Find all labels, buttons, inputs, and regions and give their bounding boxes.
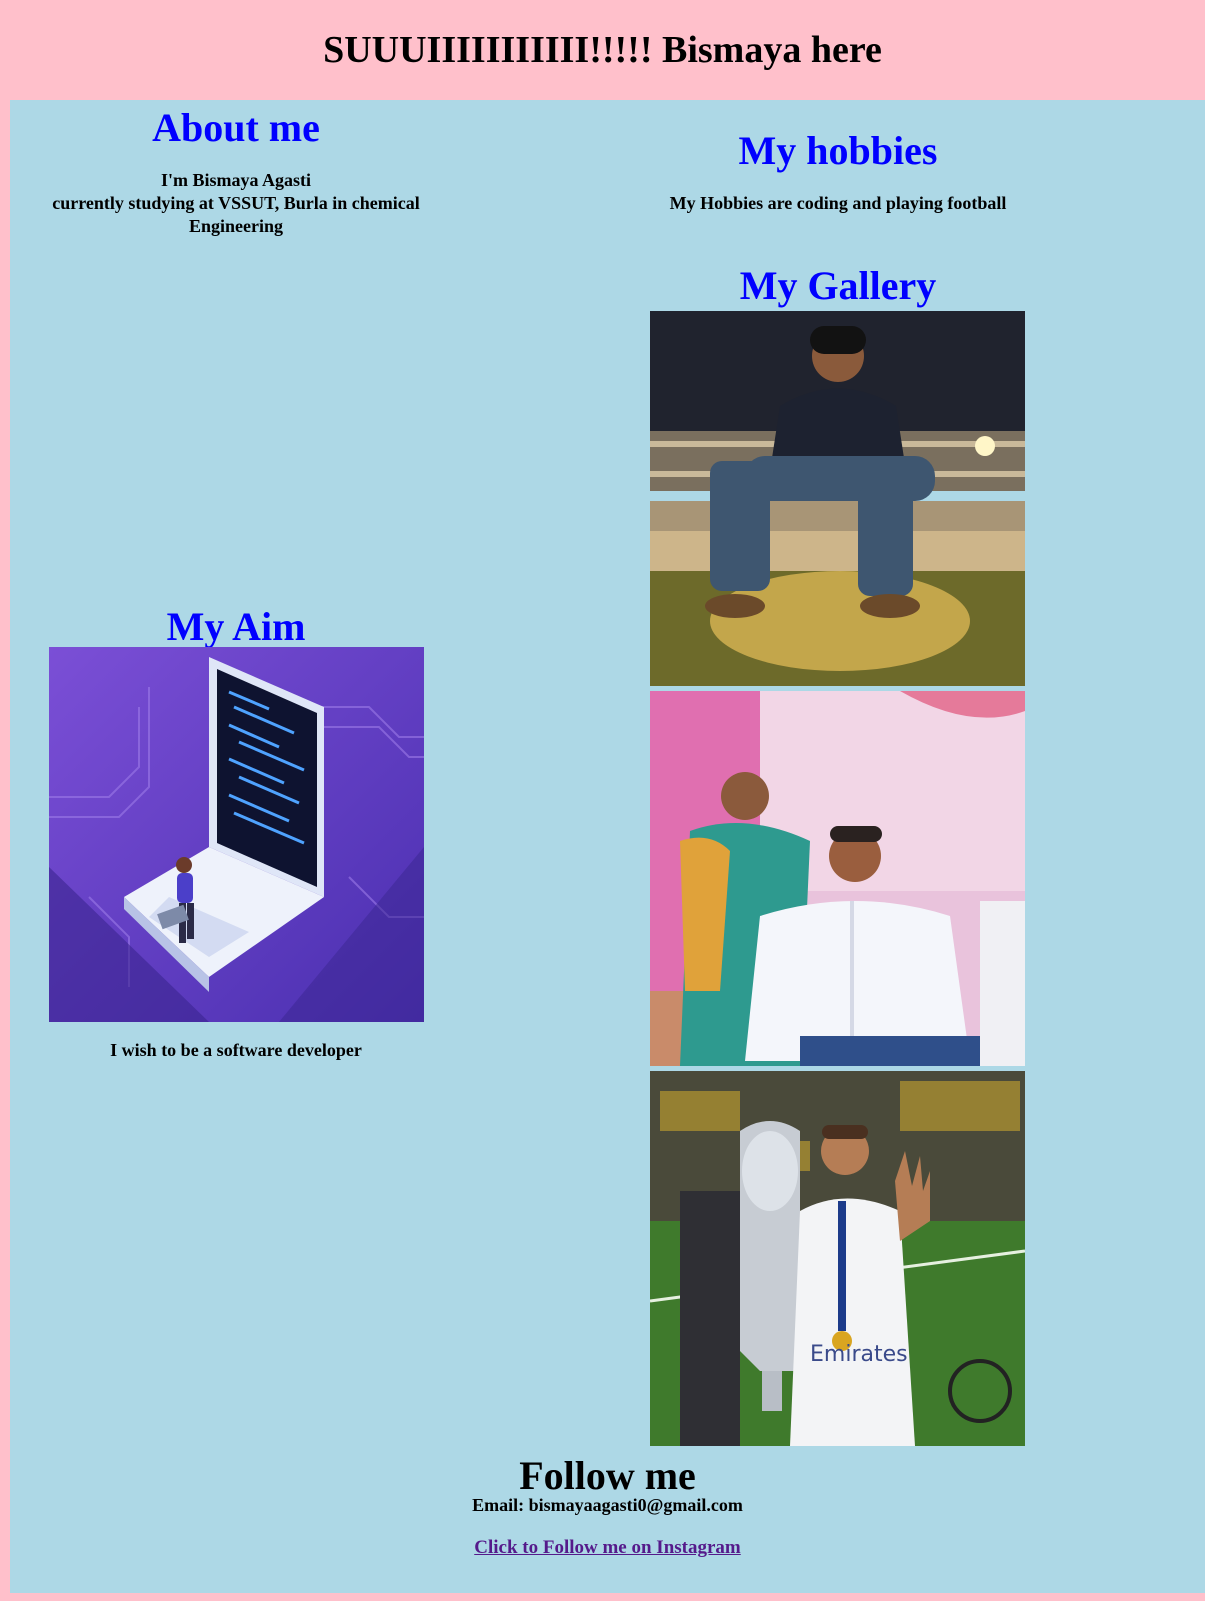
about-text: I'm Bismaya Agasti currently studying at…	[10, 169, 462, 238]
aim-text: I wish to be a software developer	[110, 1040, 362, 1060]
follow-heading: Follow me	[519, 1453, 696, 1498]
email-text: Email: bismayaagasti0@gmail.com	[472, 1495, 743, 1515]
aim-illustration	[49, 647, 424, 1022]
svg-text:Emirates: Emirates	[810, 1342, 908, 1367]
aim-heading: My Aim	[166, 604, 306, 649]
instagram-link-container: Click to Follow me on Instagram	[10, 1537, 1205, 1559]
about-line-name: I'm Bismaya Agasti	[160, 170, 311, 190]
main-content: About me I'm Bismaya Agasti currently st…	[10, 100, 1205, 1593]
follow-section: Follow me	[10, 1452, 1205, 1499]
page-title: SUUUIIIIIIIIIII!!!!! Bismaya here	[323, 29, 882, 71]
instagram-link[interactable]: Click to Follow me on Instagram	[474, 1537, 741, 1558]
hobbies-heading: My hobbies	[738, 128, 938, 173]
gallery-heading: My Gallery	[739, 263, 937, 308]
about-line-study: currently studying at VSSUT, Burla in ch…	[52, 193, 420, 213]
hobbies-text: My Hobbies are coding and playing footba…	[669, 193, 1007, 213]
gallery-photo-sitting-on-steps	[650, 311, 1025, 686]
about-line-branch: Engineering	[188, 216, 283, 236]
gallery-photo-family	[650, 691, 1025, 1066]
about-heading: About me	[152, 105, 320, 150]
page-header: SUUUIIIIIIIIIII!!!!! Bismaya here	[0, 0, 1205, 100]
gallery-photo-footballer-trophy: Emirates	[650, 1071, 1025, 1446]
